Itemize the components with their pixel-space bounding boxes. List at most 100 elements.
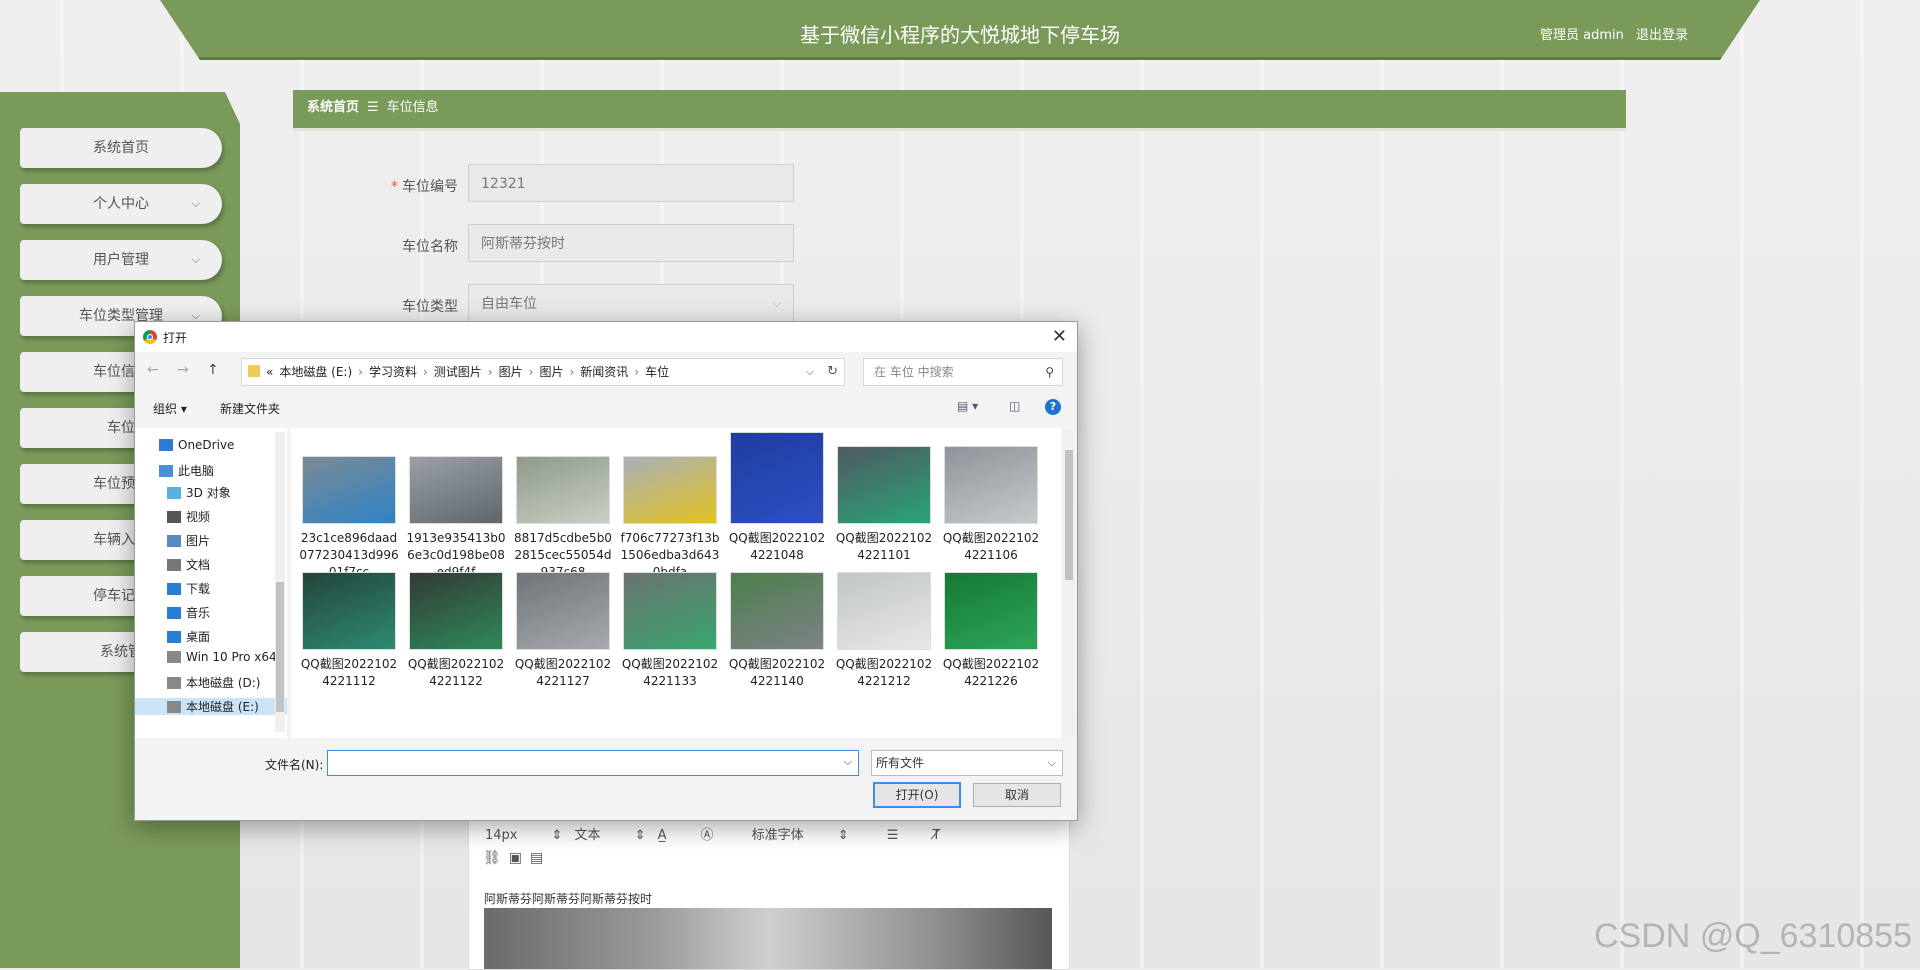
- new-folder-button[interactable]: 新建文件夹: [220, 400, 280, 417]
- path-segment[interactable]: 新闻资讯: [580, 365, 628, 379]
- file-item[interactable]: QQ截图20221024221140: [727, 572, 827, 690]
- bg-color-icon[interactable]: Ⓐ: [701, 828, 714, 843]
- tree-item[interactable]: 音乐: [167, 604, 210, 621]
- file-thumbnail: [944, 446, 1038, 524]
- field-value: 12321: [481, 176, 526, 192]
- path-separator-icon: ›: [528, 365, 534, 379]
- field-input[interactable]: 自由车位 ⌵: [468, 284, 794, 322]
- path-segment[interactable]: 本地磁盘 (E:): [279, 365, 352, 379]
- address-bar[interactable]: « 本地磁盘 (E:) › 学习资料 › 测试图片 › 图片 › 图片 › 新闻资讯 › 车位 ⌵ ↻: [241, 358, 845, 386]
- clear-format-icon[interactable]: T̸: [932, 828, 940, 843]
- font-size-select[interactable]: 14px: [485, 828, 518, 843]
- file-item[interactable]: QQ截图20221024221133: [620, 572, 720, 690]
- file-item[interactable]: QQ截图20221024221048: [727, 432, 827, 564]
- site-title: 基于微信小程序的大悦城地下停车场: [800, 23, 1120, 47]
- breadcrumb: 系统首页 ☰ 车位信息: [293, 90, 1626, 131]
- open-button[interactable]: 打开(O): [873, 782, 961, 808]
- tree-item[interactable]: 图片: [167, 532, 210, 549]
- files-scrollbar[interactable]: [1063, 430, 1075, 736]
- desktop-icon: [167, 631, 181, 643]
- path-segment[interactable]: «: [266, 365, 273, 379]
- dialog-title: 打开: [163, 331, 188, 345]
- file-thumbnail: [837, 446, 931, 524]
- file-item[interactable]: QQ截图20221024221106: [941, 432, 1041, 564]
- cancel-button[interactable]: 取消: [973, 783, 1061, 807]
- address-dropdown-icon[interactable]: ⌵: [806, 359, 814, 385]
- tree-item-label: 本地磁盘 (E:): [186, 700, 259, 714]
- editor-content-text[interactable]: 阿斯蒂芬阿斯蒂芬阿斯蒂芬按时: [484, 890, 652, 907]
- file-item[interactable]: QQ截图20221024221112: [299, 572, 399, 690]
- sidebar-item-label: 个人中心: [93, 196, 149, 212]
- font-color-icon[interactable]: A̲: [658, 828, 667, 843]
- path-segment[interactable]: 图片: [539, 365, 563, 379]
- sidebar-item[interactable]: 系统首页: [20, 128, 222, 168]
- tree-item[interactable]: 文档: [167, 556, 210, 573]
- tree-item[interactable]: Win 10 Pro x64: [167, 650, 277, 664]
- breadcrumb-current: 车位信息: [386, 100, 439, 115]
- header-user-area: 管理员 admin 退出登录: [1532, 24, 1688, 43]
- tree-item[interactable]: 此电脑: [159, 462, 214, 479]
- file-item[interactable]: QQ截图20221024221226: [941, 572, 1041, 690]
- view-options-icon[interactable]: ▤ ▾: [957, 399, 978, 413]
- search-box[interactable]: 在 车位 中搜索 ⚲: [863, 358, 1063, 386]
- path-separator-icon: ›: [487, 365, 493, 379]
- file-item[interactable]: 1913e935413b06e3c0d198be08ed9f4f: [406, 432, 506, 581]
- file-item[interactable]: QQ截图20221024221212: [834, 572, 934, 690]
- chrome-icon: [143, 330, 157, 344]
- files-scroll-thumb[interactable]: [1065, 450, 1073, 580]
- drive-icon: [167, 701, 181, 713]
- font-family-select[interactable]: 标准字体: [752, 828, 804, 843]
- tree-item[interactable]: 桌面: [167, 628, 210, 645]
- field-input[interactable]: 12321: [468, 164, 794, 202]
- path-segment[interactable]: 学习资料: [369, 365, 417, 379]
- tree-scrollbar[interactable]: [275, 432, 285, 732]
- preview-pane-icon[interactable]: ◫: [1009, 399, 1020, 413]
- file-item[interactable]: QQ截图20221024221101: [834, 432, 934, 564]
- file-name: QQ截图20221024221048: [728, 531, 826, 562]
- tree-item[interactable]: OneDrive: [159, 438, 234, 452]
- file-item[interactable]: f706c77273f13b1506edba3d6430bdfa: [620, 432, 720, 581]
- tree-item-label: 文档: [186, 558, 211, 572]
- link-icon[interactable]: ⛓: [483, 850, 509, 866]
- file-name: QQ截图20221024221122: [407, 657, 505, 688]
- tree-item[interactable]: 视频: [167, 508, 210, 525]
- tree-scroll-thumb[interactable]: [276, 582, 284, 712]
- filename-input[interactable]: ⌵: [327, 750, 859, 776]
- path-segment[interactable]: 测试图片: [434, 365, 482, 379]
- path-separator-icon: ›: [634, 365, 640, 379]
- block-type-select[interactable]: 文本: [575, 828, 601, 843]
- help-icon[interactable]: ?: [1045, 399, 1061, 415]
- filename-dropdown-icon[interactable]: ⌵: [844, 755, 852, 769]
- chevron-down-icon: ⌵: [191, 253, 200, 266]
- refresh-icon[interactable]: ↻: [827, 359, 838, 385]
- field-value: 自由车位: [481, 296, 537, 312]
- filetype-select[interactable]: 所有文件 ⌵: [871, 750, 1063, 776]
- tree-item[interactable]: 本地磁盘 (D:): [167, 674, 260, 691]
- field-input[interactable]: 阿斯蒂芬按时: [468, 224, 794, 262]
- sidebar-item[interactable]: 个人中心 ⌵: [20, 184, 222, 224]
- tree-item[interactable]: 下载: [167, 580, 210, 597]
- sidebar-item[interactable]: 用户管理 ⌵: [20, 240, 222, 280]
- tree-item[interactable]: 本地磁盘 (E:): [135, 698, 287, 715]
- back-arrow-icon[interactable]: ←: [147, 362, 159, 378]
- file-item[interactable]: QQ截图20221024221122: [406, 572, 506, 690]
- align-icon[interactable]: ☰: [887, 828, 899, 843]
- path-segment[interactable]: 车位: [645, 365, 669, 379]
- up-arrow-icon[interactable]: ↑: [207, 362, 219, 378]
- forward-arrow-icon[interactable]: →: [177, 362, 189, 378]
- file-item[interactable]: 8817d5cdbe5b02815cec55054d937c68: [513, 432, 613, 581]
- organize-button[interactable]: 组织 ▾: [153, 400, 187, 417]
- image-icon[interactable]: ▣: [509, 850, 530, 866]
- chevron-down-icon: ⌵: [772, 297, 781, 310]
- field-label-text: 车位类型: [402, 299, 458, 315]
- file-item[interactable]: 23c1ce896daad077230413d99601f7cc: [299, 432, 399, 581]
- file-item[interactable]: QQ截图20221024221127: [513, 572, 613, 690]
- path-segment[interactable]: 图片: [499, 365, 523, 379]
- tree-item-label: 音乐: [186, 606, 211, 620]
- file-thumbnail: [409, 572, 503, 650]
- breadcrumb-home[interactable]: 系统首页: [307, 90, 359, 126]
- close-icon[interactable]: ✕: [1052, 326, 1067, 347]
- tree-item[interactable]: 3D 对象: [167, 484, 231, 501]
- video-icon[interactable]: ▤: [530, 850, 551, 866]
- logout-link[interactable]: 退出登录: [1636, 28, 1688, 43]
